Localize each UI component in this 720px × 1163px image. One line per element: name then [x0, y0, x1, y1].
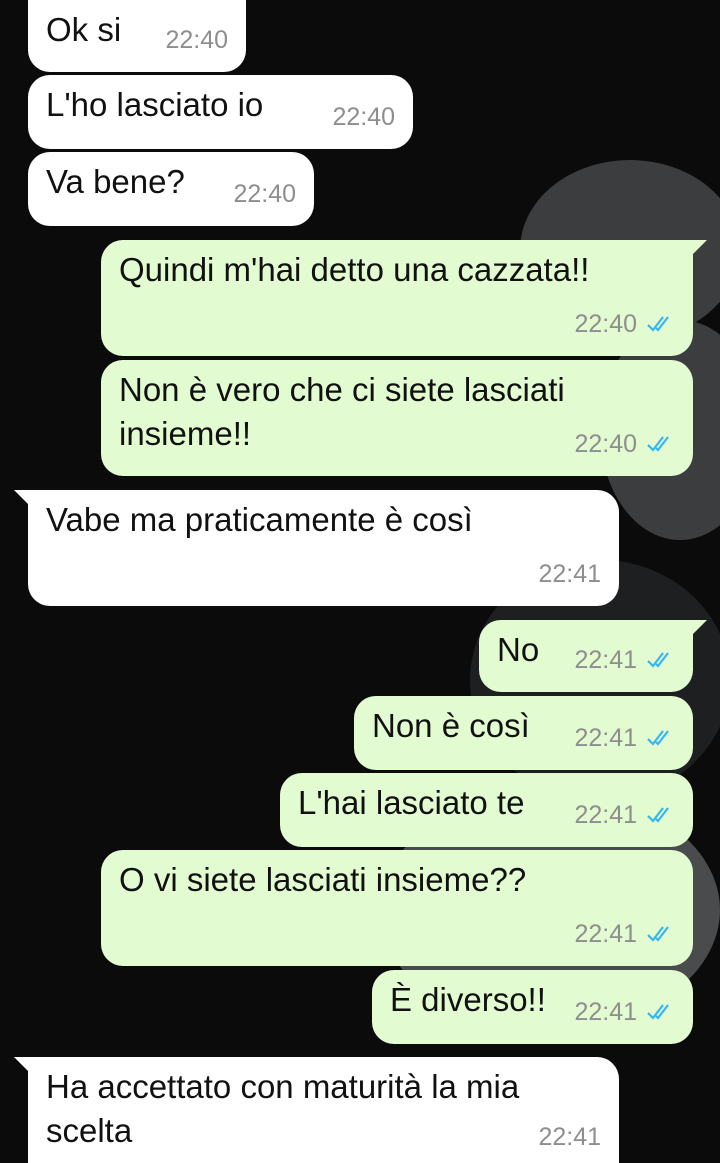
message-text: Vabe ma praticamente è così	[46, 501, 473, 538]
message-time: 22:41	[538, 560, 601, 588]
message-time: 22:41	[574, 801, 637, 829]
message-time: 22:41	[574, 998, 637, 1026]
message-bubble-outgoing[interactable]: L'hai lasciato te 22:41	[280, 773, 693, 847]
message-text: Quindi m'hai detto una cazzata!!	[119, 251, 590, 288]
message-time: 22:40	[574, 430, 637, 458]
double-check-icon	[647, 652, 669, 668]
message-text: L'ho lasciato io	[46, 86, 264, 123]
message-time: 22:41	[574, 920, 637, 948]
double-check-icon	[647, 926, 669, 942]
message-bubble-incoming[interactable]: Ha accettato con maturità la mia scelta …	[14, 1057, 619, 1163]
message-time: 22:41	[574, 724, 637, 752]
message-bubble-outgoing[interactable]: È diverso!! 22:41	[372, 970, 693, 1044]
message-bubble-outgoing[interactable]: Non è vero che ci siete lasciati insieme…	[101, 360, 693, 476]
message-text: Non è vero che ci siete lasciati insieme…	[119, 371, 565, 452]
message-bubble-outgoing[interactable]: O vi siete lasciati insieme?? 22:41	[101, 850, 693, 966]
message-text: O vi siete lasciati insieme??	[119, 861, 527, 898]
message-time: 22:40	[574, 310, 637, 338]
double-check-icon	[647, 1004, 669, 1020]
message-time: 22:41	[574, 646, 637, 674]
message-time: 22:40	[165, 26, 228, 54]
message-bubble-incoming[interactable]: Vabe ma praticamente è così 22:41	[14, 490, 619, 606]
message-text: Ok si	[46, 11, 122, 48]
message-time: 22:40	[233, 180, 296, 208]
message-bubble-outgoing[interactable]: Quindi m'hai detto una cazzata!! 22:40	[101, 240, 707, 356]
message-text: È diverso!!	[390, 981, 546, 1018]
message-text: No	[497, 631, 540, 668]
message-time: 22:41	[538, 1123, 601, 1151]
message-bubble-incoming[interactable]: Va bene? 22:40	[28, 152, 314, 226]
message-text: Va bene?	[46, 163, 185, 200]
message-bubble-incoming[interactable]: L'ho lasciato io 22:40	[28, 75, 413, 149]
double-check-icon	[647, 807, 669, 823]
message-time: 22:40	[332, 103, 395, 131]
double-check-icon	[647, 730, 669, 746]
double-check-icon	[647, 316, 669, 332]
message-bubble-incoming[interactable]: Ok si 22:40	[28, 0, 246, 72]
message-text: L'hai lasciato te	[298, 784, 525, 821]
message-text: Ha accettato con maturità la mia scelta	[46, 1068, 520, 1149]
message-text: Non è così	[372, 707, 530, 744]
message-bubble-outgoing[interactable]: No 22:41	[479, 620, 707, 692]
double-check-icon	[647, 436, 669, 452]
message-bubble-outgoing[interactable]: Non è così 22:41	[354, 696, 693, 770]
